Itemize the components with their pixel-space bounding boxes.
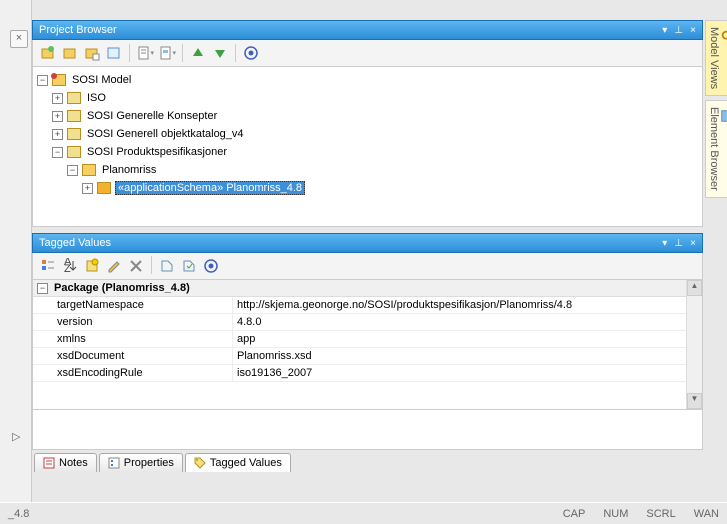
tree-node-label[interactable]: ISO — [85, 91, 108, 105]
tree-node-label[interactable]: SOSI Generell objektkatalog_v4 — [85, 127, 246, 141]
project-tree[interactable]: − SOSI Model + ISO + SOSI Generelle Konsep… — [32, 67, 703, 227]
notes-icon — [43, 457, 55, 469]
status-cap: CAP — [563, 508, 586, 520]
property-key: xmlns — [33, 331, 233, 347]
tree-expander[interactable]: + — [52, 129, 63, 140]
model-views-tab[interactable]: Model Views — [705, 20, 727, 96]
doc-button-1[interactable]: ▾ — [135, 43, 155, 63]
property-key: version — [33, 314, 233, 330]
tagged-values-header: Tagged Values ▾ ⊥ × — [32, 233, 703, 253]
tree-expander[interactable]: + — [52, 111, 63, 122]
panel-pin-button[interactable]: ⊥ — [674, 238, 683, 249]
package-icon — [67, 110, 81, 122]
magnify-icon — [720, 29, 727, 43]
help-button[interactable] — [201, 256, 221, 276]
property-value[interactable]: 4.8.0 — [233, 314, 702, 330]
description-box — [32, 410, 703, 450]
property-key: xsdEncodingRule — [33, 365, 233, 381]
property-value[interactable]: Planomriss.xsd — [233, 348, 702, 364]
panel-menu-button[interactable]: ▾ — [662, 238, 667, 249]
panel-pin-button[interactable]: ⊥ — [674, 25, 683, 36]
new-tag-button[interactable] — [82, 256, 102, 276]
tag-action-2[interactable] — [179, 256, 199, 276]
property-key: targetNamespace — [33, 297, 233, 313]
move-up-button[interactable] — [188, 43, 208, 63]
property-row[interactable]: version4.8.0 — [33, 314, 702, 331]
tagged-values-grid[interactable]: − Package (Planomriss_4.8) targetNamespa… — [32, 280, 703, 410]
folder-icon — [97, 182, 111, 194]
status-left: _4.8 — [8, 508, 29, 520]
notes-tab[interactable]: Notes — [34, 453, 97, 472]
property-value[interactable]: app — [233, 331, 702, 347]
help-button[interactable] — [241, 43, 261, 63]
properties-tab[interactable]: Properties — [99, 453, 183, 472]
tree-expander[interactable]: − — [67, 165, 78, 176]
bottom-tabs: Notes Properties Tagged Values — [32, 450, 703, 472]
package-icon — [67, 92, 81, 104]
tree-node-label[interactable]: SOSI Generelle Konsepter — [85, 109, 219, 123]
project-browser-title: Project Browser — [39, 24, 117, 36]
property-row[interactable]: targetNamespacehttp://skjema.geonorge.no… — [33, 297, 702, 314]
group-expander[interactable]: − — [37, 283, 48, 294]
property-row[interactable]: xsdEncodingRuleiso19136_2007 — [33, 365, 702, 382]
folder-icon — [82, 164, 96, 176]
new-package-button[interactable] — [60, 43, 80, 63]
expand-left-arrow[interactable]: ▷ — [12, 430, 20, 443]
tagged-values-tab[interactable]: Tagged Values — [185, 453, 291, 472]
move-down-button[interactable] — [210, 43, 230, 63]
panel-close-button[interactable]: × — [690, 25, 696, 36]
edit-tag-button[interactable] — [104, 256, 124, 276]
tree-expander[interactable]: − — [52, 147, 63, 158]
tree-expander[interactable]: + — [82, 183, 93, 194]
package-icon — [67, 128, 81, 140]
group-header-label: Package (Planomriss_4.8) — [54, 282, 190, 294]
panel-close-button[interactable]: × — [690, 238, 696, 249]
property-key: xsdDocument — [33, 348, 233, 364]
tree-node-label[interactable]: Planomriss — [100, 163, 158, 177]
tree-node-selected[interactable]: «applicationSchema» Planomriss_4.8 — [115, 181, 305, 195]
element-icon — [720, 109, 727, 123]
tree-expander[interactable]: − — [37, 75, 48, 86]
tag-action-1[interactable] — [157, 256, 177, 276]
scroll-up-button[interactable]: ▲ — [687, 280, 702, 296]
svg-text:Z: Z — [64, 263, 71, 274]
categorize-button[interactable] — [38, 256, 58, 276]
property-value[interactable]: iso19136_2007 — [233, 365, 702, 381]
model-icon — [52, 74, 66, 86]
new-model-button[interactable] — [38, 43, 58, 63]
tree-expander[interactable]: + — [52, 93, 63, 104]
delete-tag-button[interactable] — [126, 256, 146, 276]
tagged-values-title: Tagged Values — [39, 237, 111, 249]
tagged-values-toolbar: AZ — [32, 253, 703, 280]
property-row[interactable]: xmlnsapp — [33, 331, 702, 348]
project-browser-toolbar: ▾ ▾ — [32, 40, 703, 67]
properties-icon — [108, 457, 120, 469]
property-value[interactable]: http://skjema.geonorge.no/SOSI/produktsp… — [233, 297, 702, 313]
element-browser-tab[interactable]: Element Browser — [705, 100, 727, 198]
doc-button-2[interactable]: ▾ — [157, 43, 177, 63]
tree-root-label[interactable]: SOSI Model — [70, 73, 133, 87]
status-wan: WAN — [694, 508, 719, 520]
vertical-scrollbar[interactable]: ▲ ▼ — [686, 280, 702, 409]
tree-node-label[interactable]: SOSI Produktspesifikasjoner — [85, 145, 229, 159]
sort-button[interactable]: AZ — [60, 256, 80, 276]
new-diagram-button[interactable] — [82, 43, 102, 63]
status-scrl: SCRL — [646, 508, 675, 520]
project-browser-header: Project Browser ▾ ⊥ × — [32, 20, 703, 40]
tag-icon — [194, 457, 206, 469]
panel-menu-button[interactable]: ▾ — [662, 25, 667, 36]
close-tab-button[interactable]: × — [10, 30, 28, 48]
property-row[interactable]: xsdDocumentPlanomriss.xsd — [33, 348, 702, 365]
status-num: NUM — [603, 508, 628, 520]
new-element-button[interactable] — [104, 43, 124, 63]
status-bar: _4.8 CAP NUM SCRL WAN — [0, 502, 727, 524]
package-icon — [67, 146, 81, 158]
scroll-down-button[interactable]: ▼ — [687, 393, 702, 409]
